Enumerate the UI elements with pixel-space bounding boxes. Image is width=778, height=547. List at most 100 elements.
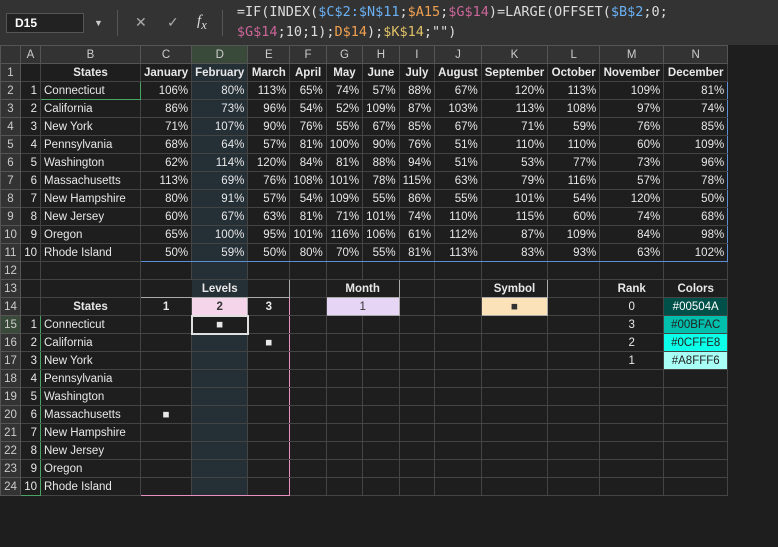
cell[interactable]: 69% xyxy=(192,172,248,190)
cell[interactable]: 6 xyxy=(21,406,41,424)
cell[interactable]: 9 xyxy=(21,460,41,478)
col-header[interactable]: H xyxy=(363,46,399,64)
cell[interactable]: 5 xyxy=(21,388,41,406)
cell[interactable]: 79% xyxy=(481,172,547,190)
col-header[interactable]: L xyxy=(548,46,600,64)
cell[interactable]: 80% xyxy=(192,82,248,100)
cell[interactable]: 67% xyxy=(435,118,482,136)
cell[interactable]: 88% xyxy=(363,154,399,172)
cell[interactable]: July xyxy=(399,64,435,82)
cell[interactable]: 71% xyxy=(326,208,362,226)
cell[interactable]: 60% xyxy=(548,208,600,226)
cell[interactable]: States xyxy=(41,64,141,82)
cell[interactable]: 87% xyxy=(399,100,435,118)
cell[interactable]: 113% xyxy=(248,82,290,100)
row-header[interactable]: 22 xyxy=(1,442,21,460)
cell[interactable]: Massachusetts xyxy=(41,406,141,424)
cell[interactable]: June xyxy=(363,64,399,82)
cell[interactable]: 114% xyxy=(192,154,248,172)
cell[interactable]: Massachusetts xyxy=(41,172,141,190)
cell[interactable]: 85% xyxy=(664,118,728,136)
col-header[interactable]: I xyxy=(399,46,435,64)
row-header[interactable]: 10 xyxy=(1,226,21,244)
cell[interactable]: 10 xyxy=(21,478,41,496)
cell[interactable]: 109% xyxy=(326,190,362,208)
col-header[interactable]: G xyxy=(326,46,362,64)
cell[interactable]: 62% xyxy=(141,154,192,172)
cell-selected[interactable]: ■ xyxy=(192,316,248,334)
row-header[interactable]: 8 xyxy=(1,190,21,208)
cell[interactable]: 1 xyxy=(600,352,664,370)
name-box[interactable]: D15 xyxy=(6,13,84,33)
row-header[interactable]: 17 xyxy=(1,352,21,370)
cell[interactable]: #0CFFE8 xyxy=(664,334,728,352)
cell[interactable]: Connecticut xyxy=(41,316,141,334)
cell[interactable]: Colors xyxy=(664,280,728,298)
cell[interactable]: 1 xyxy=(326,298,399,316)
cell[interactable]: 116% xyxy=(548,172,600,190)
cell[interactable]: 77% xyxy=(548,154,600,172)
cell[interactable]: 81% xyxy=(290,136,326,154)
cell[interactable]: 67% xyxy=(435,82,482,100)
cell[interactable]: 113% xyxy=(141,172,192,190)
cell[interactable]: 7 xyxy=(21,190,41,208)
row-header[interactable]: 12 xyxy=(1,262,21,280)
cell[interactable]: October xyxy=(548,64,600,82)
cell[interactable] xyxy=(141,316,192,334)
cell[interactable]: 55% xyxy=(363,244,399,262)
row-header[interactable]: 16 xyxy=(1,334,21,352)
cell[interactable]: 94% xyxy=(399,154,435,172)
cell[interactable]: 55% xyxy=(435,190,482,208)
fx-icon[interactable]: fx xyxy=(192,13,212,33)
cell[interactable]: 84% xyxy=(600,226,664,244)
cell[interactable]: 115% xyxy=(481,208,547,226)
cell[interactable]: ■ xyxy=(481,298,547,316)
cell[interactable]: 2 xyxy=(600,334,664,352)
col-header[interactable]: F xyxy=(290,46,326,64)
cell[interactable]: 63% xyxy=(435,172,482,190)
cell[interactable]: 70% xyxy=(326,244,362,262)
cell[interactable]: November xyxy=(600,64,664,82)
cell[interactable]: September xyxy=(481,64,547,82)
cell[interactable]: 3 xyxy=(21,352,41,370)
row-header[interactable]: 6 xyxy=(1,154,21,172)
name-box-dropdown-icon[interactable]: ▼ xyxy=(90,18,107,28)
cell[interactable]: 8 xyxy=(21,208,41,226)
cell[interactable]: 86% xyxy=(141,100,192,118)
cell[interactable]: 68% xyxy=(664,208,728,226)
cell[interactable]: January xyxy=(141,64,192,82)
cell[interactable]: Connecticut xyxy=(41,82,141,100)
cell[interactable]: 4 xyxy=(21,370,41,388)
cell[interactable]: New Jersey xyxy=(41,208,141,226)
cell[interactable]: 113% xyxy=(548,82,600,100)
cell[interactable]: 81% xyxy=(326,154,362,172)
cell[interactable]: 64% xyxy=(192,136,248,154)
row-header[interactable]: 5 xyxy=(1,136,21,154)
cell[interactable]: 90% xyxy=(363,136,399,154)
cell[interactable]: 57% xyxy=(600,172,664,190)
cell[interactable]: 108% xyxy=(290,172,326,190)
cell[interactable]: 57% xyxy=(248,190,290,208)
cell[interactable]: 3 xyxy=(21,118,41,136)
cell[interactable]: States xyxy=(41,298,141,316)
col-header[interactable]: K xyxy=(481,46,547,64)
cell[interactable]: 80% xyxy=(290,244,326,262)
spreadsheet-grid[interactable]: A B C D E F G H I J K L M N 1 States Jan… xyxy=(0,45,778,547)
cell[interactable]: 87% xyxy=(481,226,547,244)
row-header[interactable]: 20 xyxy=(1,406,21,424)
cell[interactable]: 52% xyxy=(326,100,362,118)
cell[interactable]: 74% xyxy=(600,208,664,226)
cell[interactable]: March xyxy=(248,64,290,82)
cell[interactable]: Washington xyxy=(41,154,141,172)
cell[interactable]: 81% xyxy=(664,82,728,100)
cell[interactable]: 103% xyxy=(435,100,482,118)
cell[interactable]: 76% xyxy=(248,172,290,190)
cell[interactable]: Levels xyxy=(192,280,248,298)
cell[interactable]: Washington xyxy=(41,388,141,406)
cell[interactable]: California xyxy=(41,334,141,352)
cell[interactable]: May xyxy=(326,64,362,82)
cell[interactable]: 55% xyxy=(326,118,362,136)
cell[interactable]: 101% xyxy=(481,190,547,208)
cell[interactable]: 100% xyxy=(326,136,362,154)
cell[interactable]: 54% xyxy=(548,190,600,208)
